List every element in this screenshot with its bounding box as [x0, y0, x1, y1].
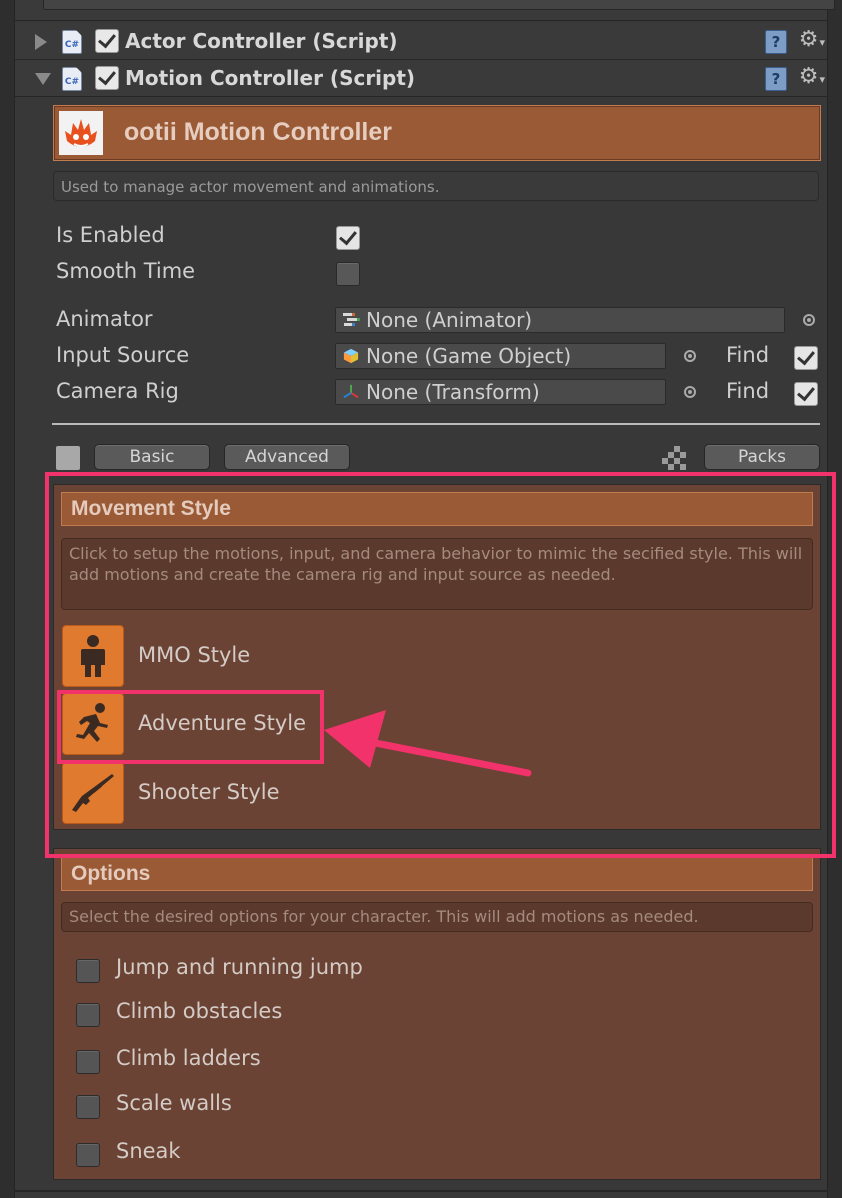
input-source-value: None (Game Object): [366, 344, 572, 368]
previous-component-bottom: [15, 0, 835, 21]
foldout-expanded-icon[interactable]: [35, 73, 51, 85]
tab-basic[interactable]: Basic: [94, 444, 210, 470]
foldout-collapsed-icon[interactable]: [35, 34, 47, 50]
component-header-actor-controller[interactable]: C# Actor Controller (Script) ? ⚙: [15, 23, 827, 60]
ootii-logo-icon: [59, 111, 103, 155]
gear-icon[interactable]: ⚙: [799, 27, 825, 52]
options-header: Options: [61, 857, 813, 891]
camera-rig-label: Camera Rig: [56, 379, 179, 403]
inspector-left-border: [0, 0, 15, 1198]
tab-advanced[interactable]: Advanced: [224, 444, 350, 470]
game-object-icon: [343, 348, 359, 364]
component-title: Actor Controller (Script): [125, 29, 398, 53]
option-checkbox-sneak[interactable]: [76, 1143, 100, 1167]
camera-rig-value: None (Transform): [366, 380, 540, 404]
animator-value: None (Animator): [366, 308, 533, 332]
banner-title: ootii Motion Controller: [124, 118, 393, 146]
camera-rig-field[interactable]: None (Transform): [335, 379, 666, 405]
component-title: Motion Controller (Script): [125, 66, 416, 90]
puzzle-packs-icon: [662, 446, 686, 470]
input-source-label: Input Source: [56, 343, 190, 367]
highlight-box-movement-style: [45, 472, 836, 858]
input-source-find-checkbox[interactable]: [794, 346, 818, 370]
previous-component-box: [43, 0, 835, 10]
option-label-sneak: Sneak: [116, 1139, 181, 1163]
component-description: Used to manage actor movement and animat…: [53, 171, 819, 201]
csharp-script-icon: C#: [62, 30, 82, 54]
tab-packs[interactable]: Packs: [704, 444, 820, 470]
option-checkbox-scale-walls[interactable]: [76, 1095, 100, 1119]
option-checkbox-climb-ladders[interactable]: [76, 1050, 100, 1074]
option-label-jump: Jump and running jump: [116, 955, 363, 979]
option-label-climb-ladders: Climb ladders: [116, 1046, 261, 1070]
input-source-find-label: Find: [726, 343, 770, 367]
animator-picker-icon[interactable]: [803, 314, 815, 326]
csharp-script-icon: C#: [62, 67, 82, 91]
annotation-arrow-icon: [324, 710, 532, 777]
is-enabled-label: Is Enabled: [56, 223, 165, 247]
animator-label: Animator: [56, 307, 153, 331]
smooth-time-checkbox[interactable]: [336, 262, 360, 286]
option-checkbox-jump[interactable]: [76, 959, 100, 983]
option-label-climb-obstacles: Climb obstacles: [116, 999, 283, 1023]
highlight-box-adventure-style: [57, 690, 324, 764]
camera-rig-picker-icon[interactable]: [684, 386, 696, 398]
options-title: Options: [71, 862, 151, 885]
tab-toggle-square[interactable]: [56, 446, 80, 470]
bottom-divider: [15, 1190, 827, 1192]
component-header-motion-controller[interactable]: C# Motion Controller (Script) ? ⚙: [15, 60, 827, 97]
animator-field[interactable]: None (Animator): [335, 307, 785, 333]
option-checkbox-climb-obstacles[interactable]: [76, 1003, 100, 1027]
gear-icon[interactable]: ⚙: [799, 64, 825, 89]
smooth-time-label: Smooth Time: [56, 259, 196, 283]
help-book-icon[interactable]: ?: [765, 67, 787, 91]
input-source-field[interactable]: None (Game Object): [335, 343, 666, 369]
input-source-picker-icon[interactable]: [684, 350, 696, 362]
transform-icon: [343, 384, 359, 399]
is-enabled-checkbox[interactable]: [336, 226, 360, 250]
camera-rig-find-checkbox[interactable]: [794, 382, 818, 406]
options-description: Select the desired options for your char…: [61, 902, 813, 932]
help-book-icon[interactable]: ?: [765, 30, 787, 54]
actor-controller-enable-checkbox[interactable]: [95, 29, 119, 53]
animator-icon: [343, 313, 360, 326]
divider: [52, 423, 820, 425]
option-label-scale-walls: Scale walls: [116, 1091, 232, 1115]
camera-rig-find-label: Find: [726, 379, 770, 403]
motion-controller-enable-checkbox[interactable]: [95, 66, 119, 90]
ootii-banner: ootii Motion Controller: [53, 105, 821, 161]
